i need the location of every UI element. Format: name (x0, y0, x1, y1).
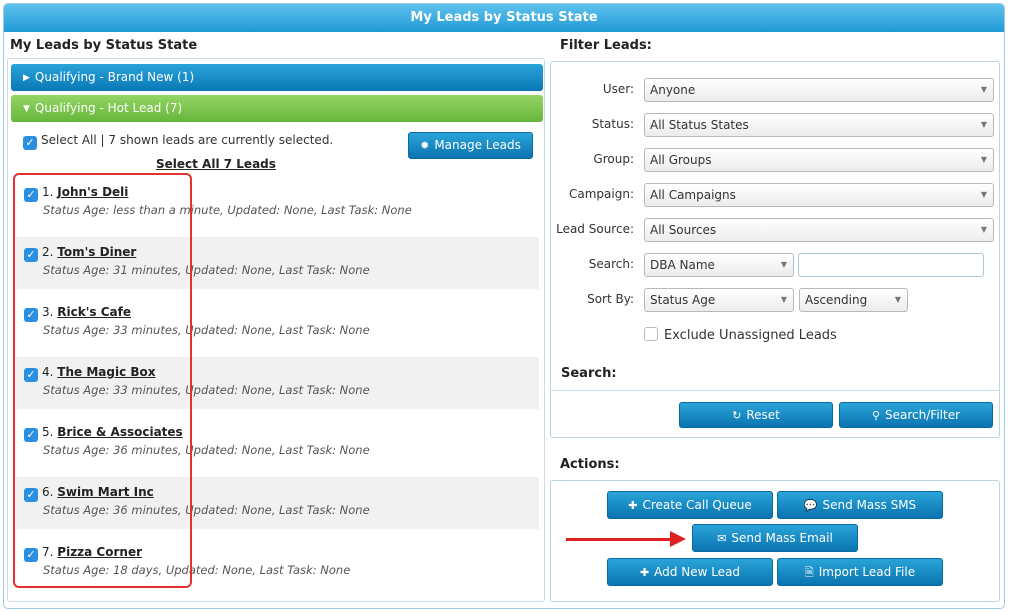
lead-source-select-value: All Sources (650, 223, 717, 237)
search-input[interactable] (798, 253, 984, 277)
exclude-unassigned-label: Exclude Unassigned Leads (664, 328, 837, 343)
send-mass-sms-label: Send Mass SMS (822, 498, 917, 512)
search-filter-label: Search/Filter (885, 408, 961, 422)
chevron-down-icon: ▼ (980, 190, 987, 199)
exclude-unassigned-row[interactable]: Exclude Unassigned Leads (644, 327, 837, 343)
select-all-text: Select All | 7 shown leads are currently… (41, 133, 334, 147)
plus-icon: ✚ (639, 566, 650, 579)
create-call-queue-label: Create Call Queue (642, 498, 752, 512)
campaign-select[interactable]: All Campaigns ▼ (644, 183, 994, 207)
create-call-queue-button[interactable]: ✚ Create Call Queue (607, 491, 773, 519)
caret-down-icon: ▼ (23, 104, 30, 114)
group-hot-lead[interactable]: ▼ Qualifying - Hot Lead (7) (11, 95, 543, 122)
left-section-title: My Leads by Status State (10, 38, 198, 53)
search-icon: ⚲ (871, 409, 881, 422)
highlight-box (13, 173, 192, 588)
search-field-value: DBA Name (650, 258, 715, 272)
campaign-select-value: All Campaigns (650, 188, 736, 202)
actions-section-title: Actions: (560, 457, 620, 472)
chevron-down-icon: ▼ (980, 155, 987, 164)
campaign-label: Campaign: (569, 187, 634, 201)
actions-panel: ✚ Create Call Queue 💬 Send Mass SMS ✉ Send … (550, 480, 1000, 602)
import-lead-file-label: Import Lead File (818, 565, 916, 579)
red-arrow-shaft (566, 538, 674, 541)
manage-leads-button[interactable]: ✹ Manage Leads (408, 132, 533, 159)
search-field-select[interactable]: DBA Name ▼ (644, 253, 794, 277)
group-select-value: All Groups (650, 153, 712, 167)
lead-source-select[interactable]: All Sources ▼ (644, 218, 994, 242)
chevron-down-icon: ▼ (894, 295, 901, 304)
status-select-value: All Status States (650, 118, 749, 132)
group-select[interactable]: All Groups ▼ (644, 148, 994, 172)
sort-by-label: Sort By: (587, 292, 634, 306)
sort-order-select[interactable]: Ascending ▼ (799, 288, 908, 312)
group-brand-new[interactable]: ▶ Qualifying - Brand New (1) (11, 64, 543, 91)
chevron-down-icon: ▼ (980, 120, 987, 129)
send-mass-sms-button[interactable]: 💬 Send Mass SMS (777, 491, 943, 519)
status-label: Status: (591, 117, 634, 131)
chevron-down-icon: ▼ (780, 260, 787, 269)
sort-by-value: Status Age (650, 293, 716, 307)
reset-label: Reset (746, 408, 780, 422)
filter-section-title: Filter Leads: (560, 38, 652, 53)
plus-icon: ✚ (628, 499, 638, 512)
search-filter-button[interactable]: ⚲ Search/Filter (839, 402, 993, 428)
status-select[interactable]: All Status States ▼ (644, 113, 994, 137)
import-lead-file-button[interactable]: 🗎 Import Lead File (777, 558, 943, 586)
select-all-checkbox[interactable]: ✓ (23, 136, 37, 150)
select-all-row: ✓ Select All | 7 shown leads are currentl… (23, 133, 333, 150)
user-label: User: (602, 82, 634, 96)
user-select-value: Anyone (650, 83, 696, 97)
add-new-lead-button[interactable]: ✚ Add New Lead (607, 558, 773, 586)
chevron-down-icon: ▼ (980, 85, 987, 94)
user-select[interactable]: Anyone ▼ (644, 78, 994, 102)
envelope-icon: ✉ (717, 532, 727, 545)
red-arrow-icon (670, 531, 686, 547)
select-all-leads-link[interactable]: Select All 7 Leads (156, 157, 276, 171)
add-new-lead-label: Add New Lead (654, 565, 741, 579)
chevron-down-icon: ▼ (980, 225, 987, 234)
chat-bubble-icon: 💬 (803, 499, 818, 512)
lead-source-label: Lead Source: (556, 222, 634, 236)
caret-right-icon: ▶ (23, 73, 30, 83)
send-mass-email-label: Send Mass Email (731, 531, 833, 545)
search-label: Search: (588, 257, 634, 271)
sort-order-value: Ascending (805, 293, 868, 307)
send-mass-email-button[interactable]: ✉ Send Mass Email (692, 524, 858, 552)
exclude-unassigned-checkbox[interactable] (644, 327, 658, 341)
window-title: My Leads by Status State (4, 4, 1004, 32)
file-icon: 🗎 (804, 566, 814, 579)
group-hot-lead-label: Qualifying - Hot Lead (7) (34, 101, 183, 115)
chevron-down-icon: ▼ (780, 295, 787, 304)
gear-icon: ✹ (420, 139, 430, 152)
group-brand-new-label: Qualifying - Brand New (1) (34, 70, 195, 84)
group-label: Group: (593, 152, 634, 166)
filter-panel: User: Anyone ▼ Status: All Status States ▼… (550, 61, 1000, 438)
divider (551, 390, 999, 391)
sort-by-select[interactable]: Status Age ▼ (644, 288, 794, 312)
reset-icon: ↻ (732, 409, 742, 422)
reset-button[interactable]: ↻ Reset (679, 402, 833, 428)
manage-leads-label: Manage Leads (434, 138, 521, 152)
search-section-title: Search: (561, 366, 617, 381)
